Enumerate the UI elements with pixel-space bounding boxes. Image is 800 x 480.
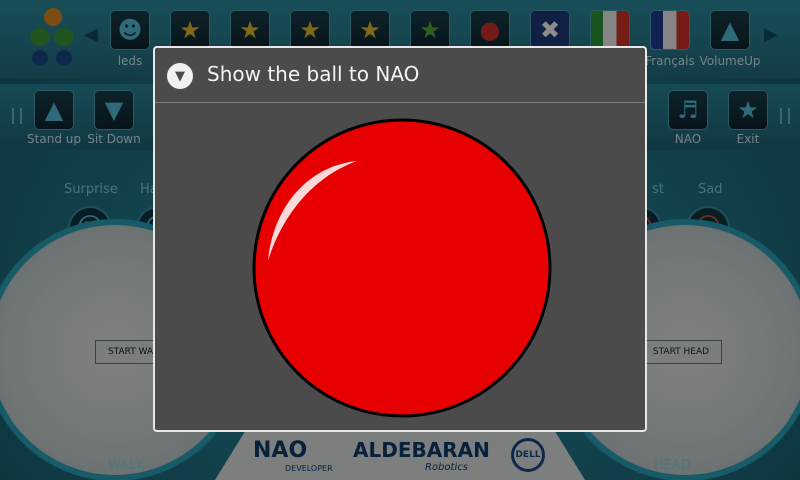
red-ball-image	[252, 118, 552, 418]
red-ball	[252, 118, 552, 418]
ball-dialog: ▼ Show the ball to NAO	[153, 46, 647, 432]
